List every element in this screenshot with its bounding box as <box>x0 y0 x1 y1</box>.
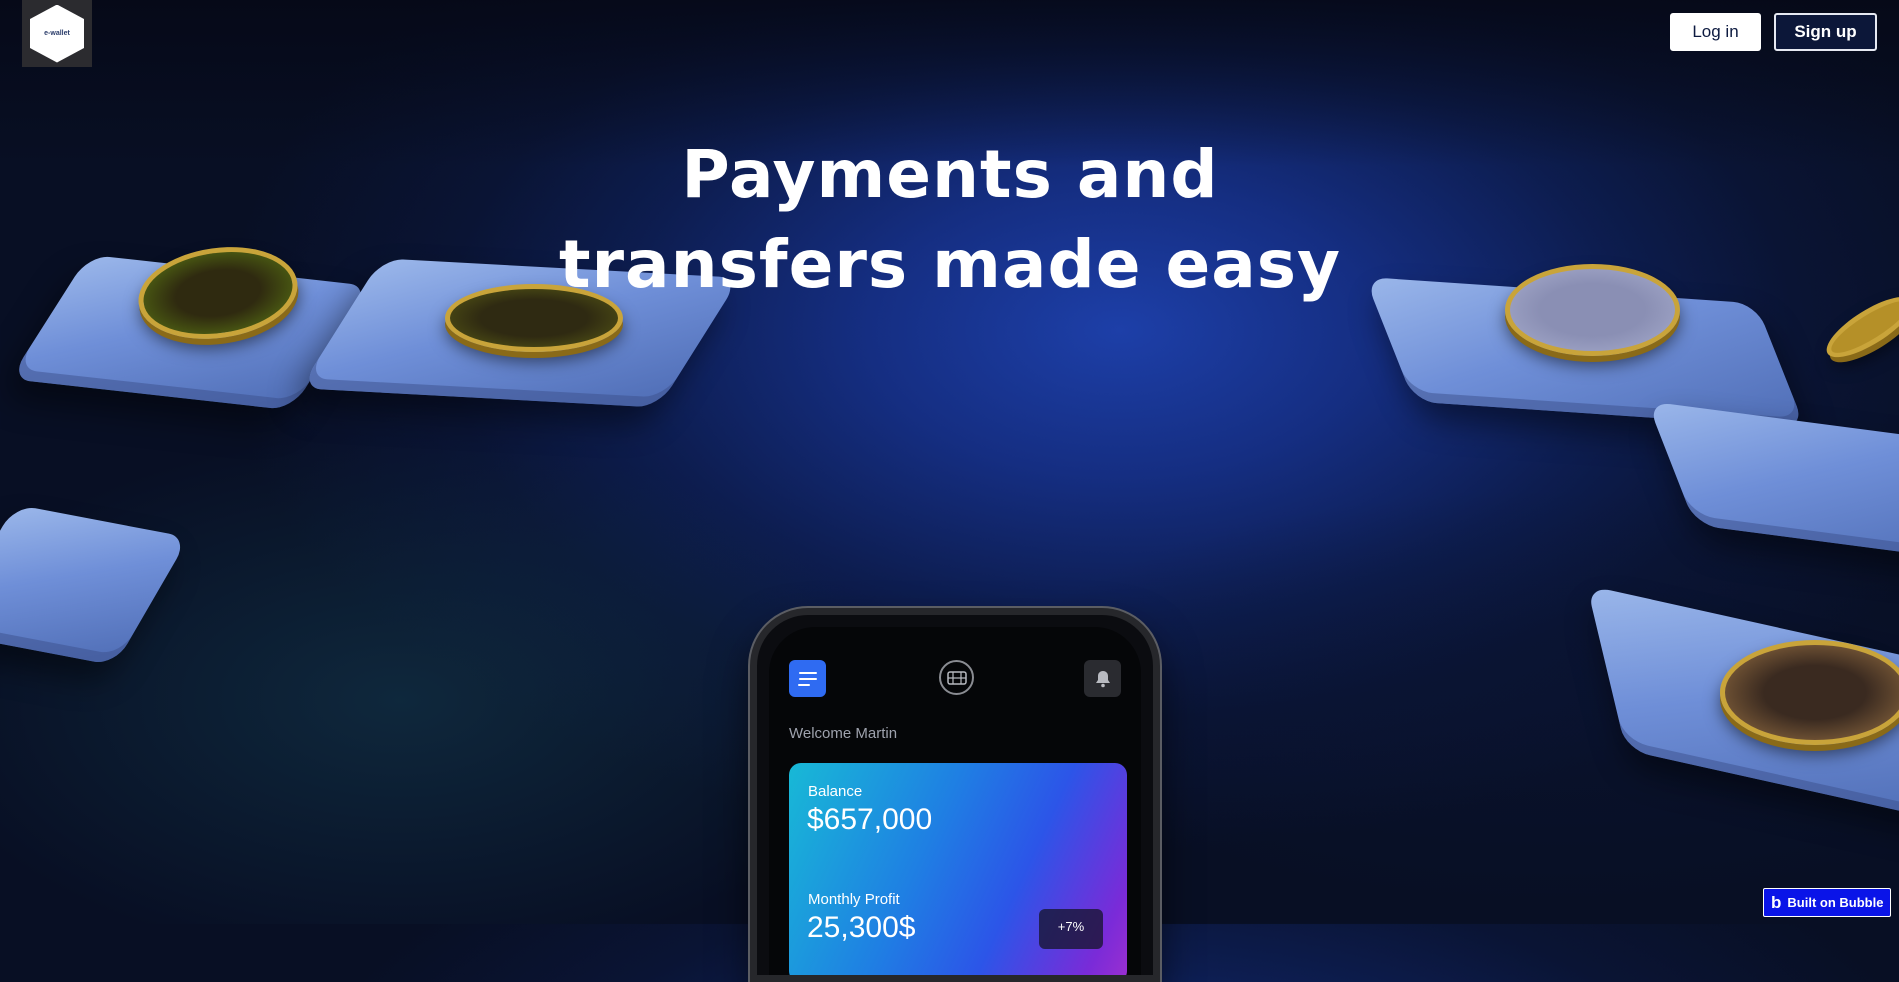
decor-tile <box>1646 401 1899 564</box>
decor-coin <box>1818 286 1899 368</box>
welcome-text: Welcome Martin <box>789 725 898 742</box>
hero-title-line2: transfers made easy <box>558 226 1342 303</box>
phone-mockup: Welcome Martin Balance $657,000 Monthly … <box>750 608 1160 982</box>
balance-label: Balance <box>808 783 863 800</box>
monthly-profit-value: 25,300$ <box>807 911 916 944</box>
balance-value: $657,000 <box>807 803 933 836</box>
balance-card: Balance $657,000 Monthly Profit 25,300$ … <box>789 763 1127 975</box>
decor-tile <box>0 504 190 666</box>
profit-badge: +7% <box>1039 909 1103 949</box>
built-on-bubble-badge[interactable]: b Built on Bubble <box>1763 888 1891 917</box>
logo-link[interactable]: e-wallet <box>22 0 92 67</box>
hero-title: Payments and transfers made easy <box>450 130 1450 310</box>
login-button[interactable]: Log in <box>1670 13 1761 51</box>
signup-button[interactable]: Sign up <box>1774 13 1877 51</box>
hexagon-logo-icon: e-wallet <box>30 4 84 63</box>
bell-icon <box>1084 660 1121 697</box>
decor-coin <box>1720 640 1899 745</box>
built-on-bubble-label: Built on Bubble <box>1787 895 1884 910</box>
hero-title-line1: Payments and <box>681 136 1219 213</box>
logo-text: e-wallet <box>44 30 70 37</box>
menu-icon <box>789 660 826 697</box>
phone-screen: Welcome Martin Balance $657,000 Monthly … <box>769 627 1141 975</box>
decor-coin <box>1505 264 1680 356</box>
bubble-icon: b <box>1771 892 1782 912</box>
card-chip-icon <box>939 660 974 695</box>
monthly-profit-label: Monthly Profit <box>808 891 900 908</box>
